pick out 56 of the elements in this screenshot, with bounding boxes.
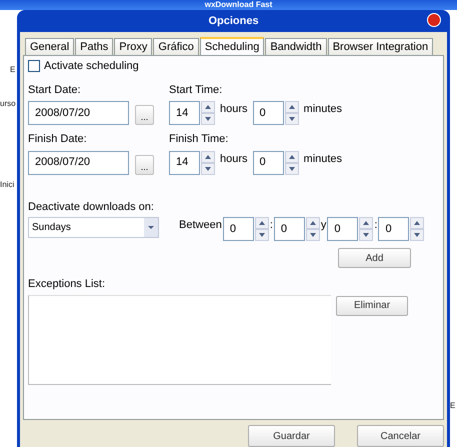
number-field[interactable]: 0 xyxy=(252,150,284,174)
background-window-title: wxDownload Fast xyxy=(204,0,272,9)
add-button[interactable]: Add xyxy=(338,248,411,268)
spin-button[interactable] xyxy=(306,217,320,241)
remove-button[interactable]: Eliminar xyxy=(336,296,408,316)
spin-button[interactable] xyxy=(284,150,299,174)
dialog-button[interactable]: Guardar xyxy=(248,425,335,447)
dialog-button[interactable]: Cancelar xyxy=(357,425,444,447)
number-field[interactable]: 14 xyxy=(169,150,200,174)
spin-button[interactable] xyxy=(410,217,424,241)
between-label: Between xyxy=(179,218,222,233)
field-label: Deactivate downloads on: xyxy=(28,200,155,214)
background-text: E xyxy=(450,402,456,410)
date-field[interactable]: 2008/07/20 xyxy=(28,101,129,125)
unit-label: hours xyxy=(220,102,248,117)
background-text: Inici xyxy=(0,181,14,189)
spin-button[interactable] xyxy=(359,217,374,241)
number-field[interactable]: 0 xyxy=(274,217,305,241)
checkbox[interactable] xyxy=(28,60,40,72)
spin-button[interactable] xyxy=(201,150,215,174)
tab[interactable]: Gráfico xyxy=(153,38,199,55)
background-text: E xyxy=(10,66,16,74)
spin-button[interactable] xyxy=(254,217,269,241)
field-label: Start Date: xyxy=(28,82,82,98)
field-label: Start Time: xyxy=(169,82,224,98)
number-field[interactable]: 0 xyxy=(222,217,254,241)
close-icon[interactable] xyxy=(427,13,441,27)
unit-label: hours xyxy=(220,152,248,166)
field-label: Finish Time: xyxy=(169,132,230,147)
unit-label: minutes xyxy=(304,102,342,117)
number-field[interactable]: 0 xyxy=(378,217,410,241)
number-field[interactable]: 0 xyxy=(252,101,284,125)
dropdown[interactable]: Sundays xyxy=(28,217,159,238)
list-label: Exceptions List: xyxy=(28,277,106,292)
tab[interactable]: Bandwidth xyxy=(265,38,327,55)
field-label: Finish Date: xyxy=(28,132,88,147)
date-picker-button[interactable]: ... xyxy=(135,154,154,174)
number-field[interactable]: 0 xyxy=(327,217,358,241)
checkbox-label: Activate scheduling xyxy=(44,59,139,74)
tab[interactable]: Browser Integration xyxy=(328,38,434,55)
date-field[interactable]: 2008/07/20 xyxy=(28,150,129,174)
separator-label: : xyxy=(270,218,273,233)
dialog-title: Opciones xyxy=(208,14,259,29)
separator-label: y xyxy=(320,218,326,233)
spin-button[interactable] xyxy=(284,101,299,125)
tab[interactable]: Paths xyxy=(75,38,114,55)
unit-label: minutes xyxy=(304,152,342,166)
background-text: urso xyxy=(0,100,16,108)
separator-label: : xyxy=(374,218,378,233)
tab[interactable]: Scheduling xyxy=(200,37,264,56)
dropdown-value: Sundays xyxy=(32,221,71,235)
tab[interactable]: General xyxy=(25,38,74,55)
date-picker-button[interactable]: ... xyxy=(135,105,154,125)
tab[interactable]: Proxy xyxy=(114,38,152,55)
spin-button[interactable] xyxy=(201,101,215,125)
number-field[interactable]: 14 xyxy=(169,101,200,125)
